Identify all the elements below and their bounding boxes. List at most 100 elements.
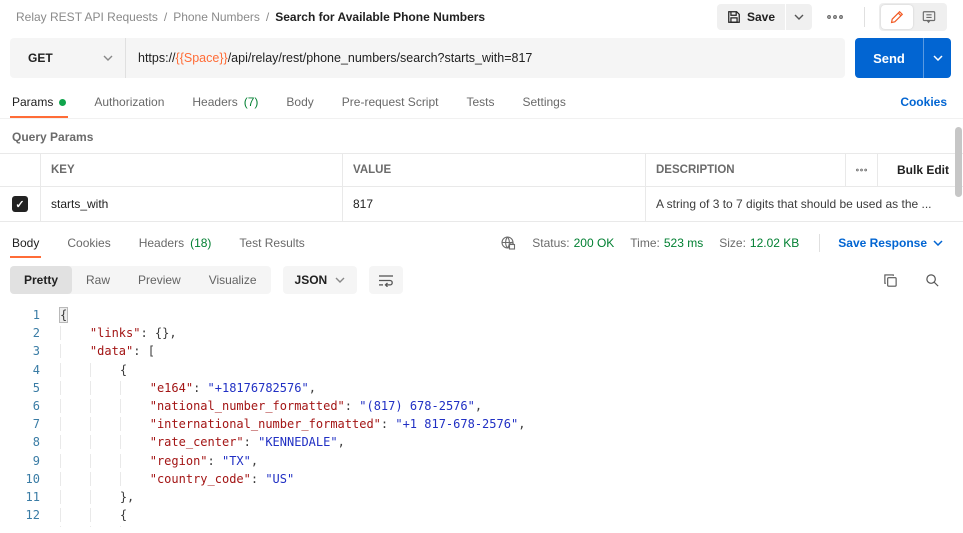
wrap-lines-button[interactable]: [369, 266, 403, 294]
edit-documentation-button[interactable]: [881, 5, 913, 29]
request-url-bar: GET https://{{Space}}/api/relay/rest/pho…: [0, 32, 963, 86]
time-indicator[interactable]: Time: 523 ms: [630, 236, 703, 250]
param-value-input[interactable]: 817: [342, 187, 645, 221]
time-label: Time:: [630, 236, 660, 250]
pencil-icon: [890, 10, 904, 24]
tab-label: Headers: [139, 236, 184, 250]
more-options-button[interactable]: [820, 4, 850, 30]
code-line: 2 "links": {},: [0, 324, 963, 342]
line-content: },: [40, 488, 134, 506]
comments-button[interactable]: [913, 5, 945, 29]
code-line: 10 "country_code": "US": [0, 470, 963, 488]
view-raw-button[interactable]: Raw: [72, 266, 124, 294]
status-indicator[interactable]: Status: 200 OK: [532, 236, 614, 250]
tab-params[interactable]: Params: [10, 86, 68, 118]
response-tab-test-results[interactable]: Test Results: [237, 228, 306, 258]
params-active-dot: [59, 99, 66, 106]
code-line: 8 "rate_center": "KENNEDALE",: [0, 433, 963, 451]
send-options-button[interactable]: [923, 38, 951, 78]
header-divider: [864, 7, 865, 27]
tab-body[interactable]: Body: [284, 86, 315, 118]
search-response-button[interactable]: [917, 266, 947, 294]
save-options-button[interactable]: [785, 4, 812, 30]
column-description: DESCRIPTION: [645, 154, 845, 186]
line-content: "e164": "+18176782578",: [40, 524, 316, 527]
save-button[interactable]: Save: [717, 10, 785, 24]
line-number: 12: [0, 506, 40, 524]
line-number: 3: [0, 342, 40, 360]
format-selector[interactable]: JSON: [283, 266, 358, 294]
line-number: 11: [0, 488, 40, 506]
search-icon: [925, 273, 940, 288]
breadcrumb: Relay REST API Requests / Phone Numbers …: [16, 10, 485, 24]
line-content: "e164": "+18176782576",: [40, 379, 316, 397]
save-response-button[interactable]: Save Response: [838, 236, 943, 250]
send-button[interactable]: Send: [855, 38, 923, 78]
tab-headers[interactable]: Headers (7): [190, 86, 260, 118]
method-selector[interactable]: GET: [10, 38, 126, 78]
line-number: 7: [0, 415, 40, 433]
size-label: Size:: [719, 236, 746, 250]
chevron-down-icon: [794, 14, 804, 20]
param-description-input[interactable]: A string of 3 to 7 digits that should be…: [645, 187, 963, 221]
tab-label: Settings: [523, 95, 566, 109]
line-number: 2: [0, 324, 40, 342]
params-more-options-button[interactable]: [845, 154, 877, 186]
line-content: {: [40, 306, 67, 324]
code-line: 11 },: [0, 488, 963, 506]
code-line: 5 "e164": "+18176782576",: [0, 379, 963, 397]
response-tab-headers[interactable]: Headers (18): [137, 228, 214, 258]
tab-settings[interactable]: Settings: [521, 86, 568, 118]
response-toolbar: Pretty Raw Preview Visualize JSON: [0, 258, 963, 302]
breadcrumb-folder[interactable]: Phone Numbers: [173, 10, 260, 24]
query-params-table: KEY VALUE DESCRIPTION Bulk Edit ✓ starts…: [0, 153, 963, 222]
time-value: 523 ms: [664, 236, 703, 250]
page-scrollbar-thumb[interactable]: [955, 127, 962, 197]
param-key-input[interactable]: starts_with: [40, 187, 342, 221]
view-pretty-button[interactable]: Pretty: [10, 266, 72, 294]
response-body-viewer[interactable]: 1{2 "links": {},3 "data": [4 {5 "e164": …: [0, 302, 963, 527]
response-tab-body[interactable]: Body: [10, 228, 41, 258]
chevron-down-icon: [103, 55, 113, 61]
select-all-cell: [0, 154, 40, 186]
status-value: 200 OK: [574, 236, 615, 250]
param-checkbox-cell: ✓: [0, 187, 40, 221]
response-tab-cookies[interactable]: Cookies: [65, 228, 112, 258]
globe-lock-icon: [500, 235, 516, 251]
code-line: 7 "international_number_formatted": "+1 …: [0, 415, 963, 433]
column-key: KEY: [40, 154, 342, 186]
line-number: 1: [0, 306, 40, 324]
line-content: "country_code": "US": [40, 470, 294, 488]
response-meta: Status: 200 OK Time: 523 ms Size: 12.02 …: [500, 234, 943, 252]
line-number: 8: [0, 433, 40, 451]
breadcrumb-request-title[interactable]: Search for Available Phone Numbers: [275, 10, 485, 24]
view-preview-button[interactable]: Preview: [124, 266, 195, 294]
tab-label: Params: [12, 95, 53, 109]
line-content: "links": {},: [40, 324, 177, 342]
wrap-lines-icon: [378, 273, 394, 287]
view-visualize-button[interactable]: Visualize: [195, 266, 271, 294]
save-response-label: Save Response: [838, 236, 927, 250]
param-enabled-checkbox[interactable]: ✓: [12, 196, 28, 212]
tab-label: Cookies: [67, 236, 110, 250]
tab-label: Pre-request Script: [342, 95, 439, 109]
more-options-icon: [827, 15, 843, 19]
code-line: 1{: [0, 306, 963, 324]
size-indicator[interactable]: Size: 12.02 KB: [719, 236, 799, 250]
tab-pre-request-script[interactable]: Pre-request Script: [340, 86, 441, 118]
tab-label: Body: [12, 236, 39, 250]
save-button-group: Save: [717, 4, 812, 30]
bulk-edit-button[interactable]: Bulk Edit: [877, 154, 963, 186]
cookies-link[interactable]: Cookies: [900, 95, 947, 109]
right-panel-toggle-group: [879, 3, 947, 31]
chevron-down-icon: [933, 55, 943, 61]
method-label: GET: [28, 51, 53, 65]
copy-response-button[interactable]: [875, 266, 905, 294]
breadcrumb-collection[interactable]: Relay REST API Requests: [16, 10, 158, 24]
query-param-row: ✓ starts_with 817 A string of 3 to 7 dig…: [0, 187, 963, 222]
tab-authorization[interactable]: Authorization: [92, 86, 166, 118]
query-params-title: Query Params: [0, 119, 963, 153]
method-url-container: GET https://{{Space}}/api/relay/rest/pho…: [10, 38, 845, 78]
tab-tests[interactable]: Tests: [464, 86, 496, 118]
url-input[interactable]: https://{{Space}}/api/relay/rest/phone_n…: [126, 51, 544, 65]
